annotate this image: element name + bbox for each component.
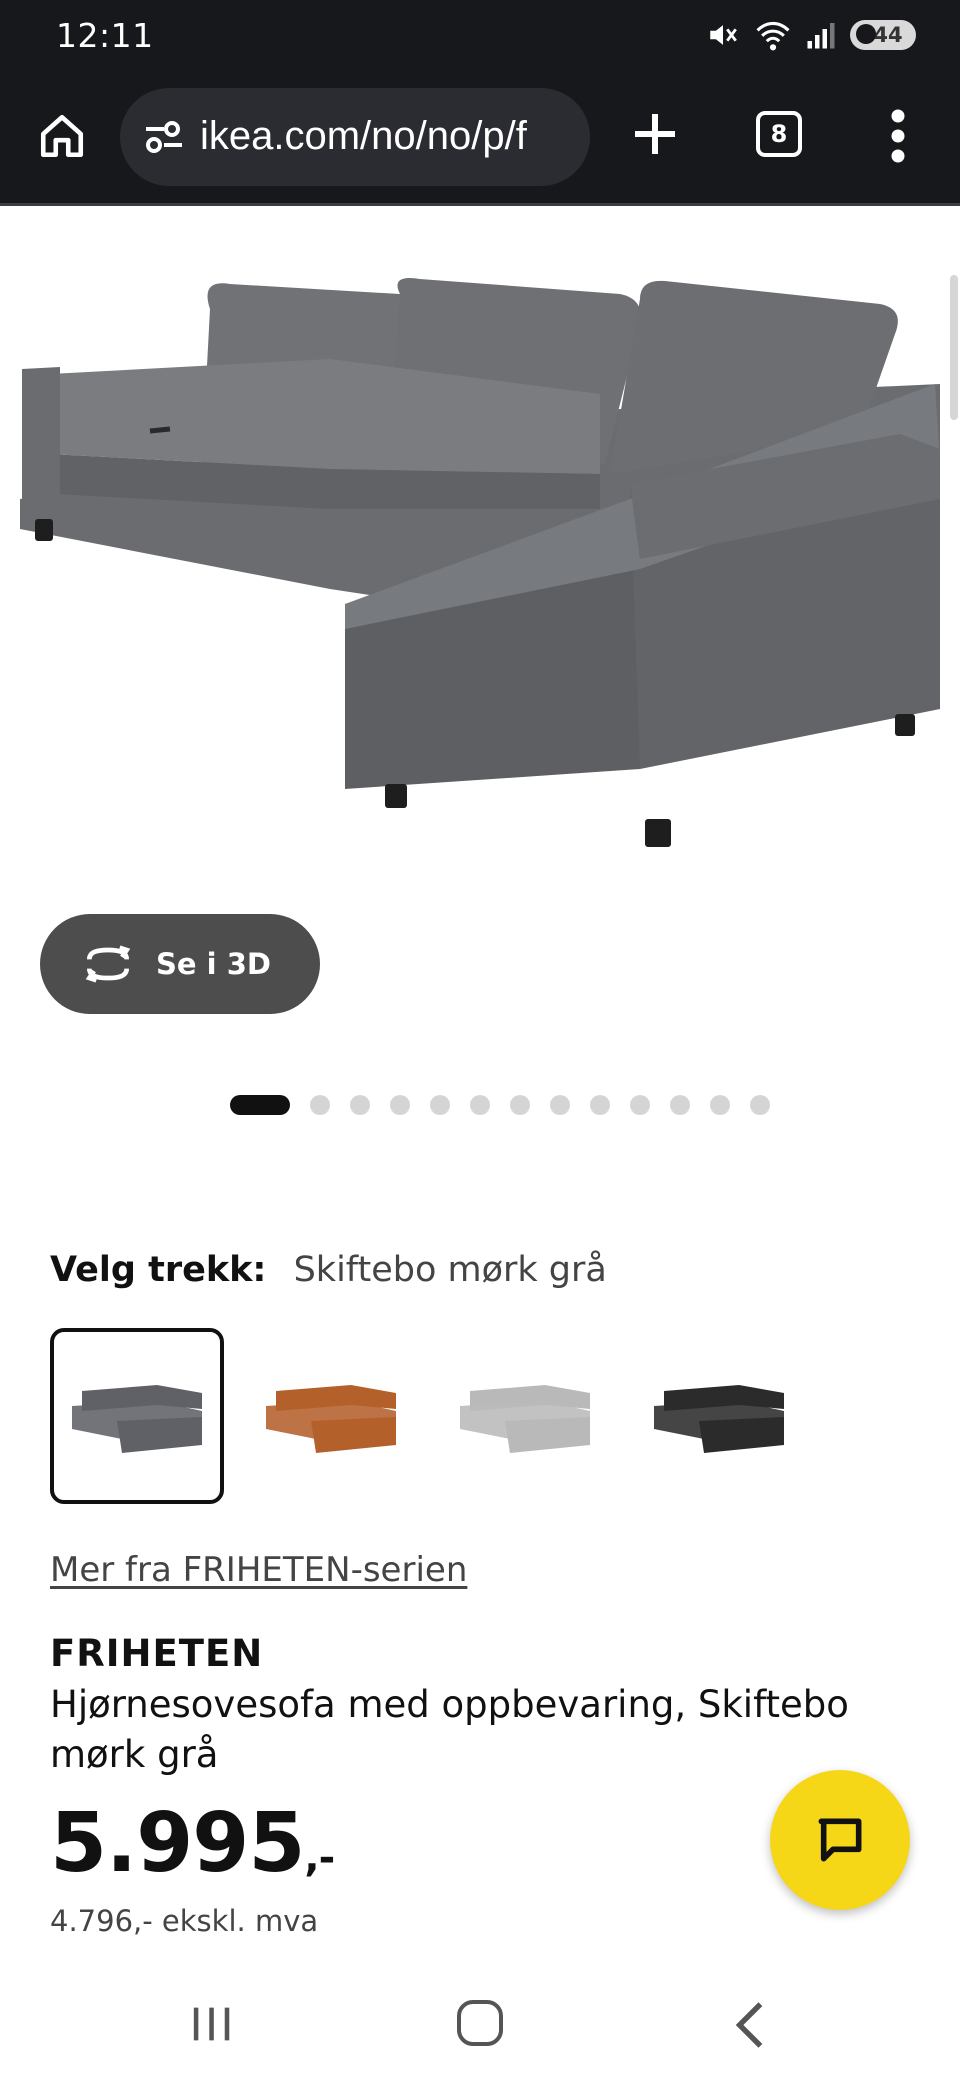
carousel-dot[interactable] bbox=[670, 1095, 690, 1115]
charging-icon bbox=[856, 24, 876, 44]
more-vert-icon[interactable] bbox=[880, 106, 916, 166]
cover-selection-line: Velg trekk: Skiftebo mørk grå bbox=[50, 1250, 607, 1290]
site-settings-icon[interactable] bbox=[140, 113, 188, 161]
chat-button[interactable] bbox=[770, 1770, 910, 1910]
carousel-dot[interactable] bbox=[470, 1095, 490, 1115]
carousel-dot[interactable] bbox=[590, 1095, 610, 1115]
series-link[interactable]: Mer fra FRIHETEN-serien bbox=[50, 1550, 467, 1590]
plus-icon[interactable] bbox=[625, 104, 685, 164]
price-main: 5.995 bbox=[50, 1796, 305, 1891]
product-description: Hjørnesovesofa med oppbevaring, Skiftebo… bbox=[50, 1683, 849, 1776]
sofa-thumbnail bbox=[460, 1385, 590, 1453]
product-price: 5.995,- bbox=[50, 1796, 335, 1891]
sofa-thumbnail bbox=[72, 1385, 202, 1453]
carousel-dot[interactable] bbox=[750, 1095, 770, 1115]
carousel-dot[interactable] bbox=[310, 1095, 330, 1115]
wifi-icon bbox=[756, 21, 790, 51]
home-icon bbox=[40, 114, 84, 158]
recent-apps-icon[interactable] bbox=[190, 2004, 234, 2044]
battery-level: 44 bbox=[873, 23, 903, 47]
sofa-thumbnail bbox=[266, 1385, 396, 1453]
cover-swatches bbox=[50, 1328, 806, 1504]
carousel-dot[interactable] bbox=[390, 1095, 410, 1115]
product-brand: FRIHETEN bbox=[50, 1632, 264, 1675]
carousel-dot[interactable] bbox=[350, 1095, 370, 1115]
status-icons: 44 bbox=[706, 18, 916, 52]
carousel-dot-active[interactable] bbox=[230, 1095, 290, 1115]
cover-swatch-dark-grey[interactable] bbox=[50, 1328, 224, 1504]
rotate-3d-icon bbox=[85, 945, 131, 983]
system-home-icon[interactable] bbox=[457, 2000, 503, 2046]
url-text[interactable]: ikea.com/no/no/p/f bbox=[200, 114, 584, 159]
view-in-3d-label: Se i 3D bbox=[156, 947, 271, 981]
mute-icon bbox=[710, 25, 737, 45]
view-in-3d-button[interactable]: Se i 3D bbox=[40, 914, 320, 1014]
carousel-dot[interactable] bbox=[510, 1095, 530, 1115]
cover-label: Velg trekk: bbox=[50, 1250, 267, 1290]
price-ex-vat: 4.796,- ekskl. mva bbox=[50, 1904, 319, 1938]
tabs-button[interactable]: 8 bbox=[756, 111, 802, 157]
browser-toolbar: ikea.com/no/no/p/f 8 bbox=[0, 76, 960, 206]
tab-count: 8 bbox=[770, 120, 788, 148]
chat-icon bbox=[818, 1818, 862, 1862]
sofa-thumbnail bbox=[654, 1385, 784, 1453]
carousel-dot[interactable] bbox=[550, 1095, 570, 1115]
signal-icon bbox=[807, 23, 835, 49]
price-suffix: ,- bbox=[304, 1835, 335, 1881]
system-nav-bar bbox=[0, 1960, 960, 2080]
home-button[interactable] bbox=[30, 104, 94, 168]
status-time: 12:11 bbox=[56, 16, 154, 55]
product-image[interactable] bbox=[0, 209, 960, 859]
battery-icon: 44 bbox=[850, 20, 916, 50]
cover-swatch-black[interactable] bbox=[632, 1328, 806, 1504]
cover-swatch-orange[interactable] bbox=[244, 1328, 418, 1504]
address-bar[interactable]: ikea.com/no/no/p/f bbox=[120, 88, 590, 186]
carousel-dot[interactable] bbox=[710, 1095, 730, 1115]
cover-value: Skiftebo mørk grå bbox=[293, 1250, 607, 1290]
carousel-dot[interactable] bbox=[430, 1095, 450, 1115]
carousel-indicator[interactable] bbox=[230, 1094, 770, 1116]
cover-swatch-light-grey[interactable] bbox=[438, 1328, 612, 1504]
status-bar: 12:11 44 bbox=[0, 0, 960, 76]
scroll-indicator[interactable] bbox=[950, 275, 958, 420]
carousel-dot[interactable] bbox=[630, 1095, 650, 1115]
back-icon[interactable] bbox=[730, 2000, 770, 2050]
